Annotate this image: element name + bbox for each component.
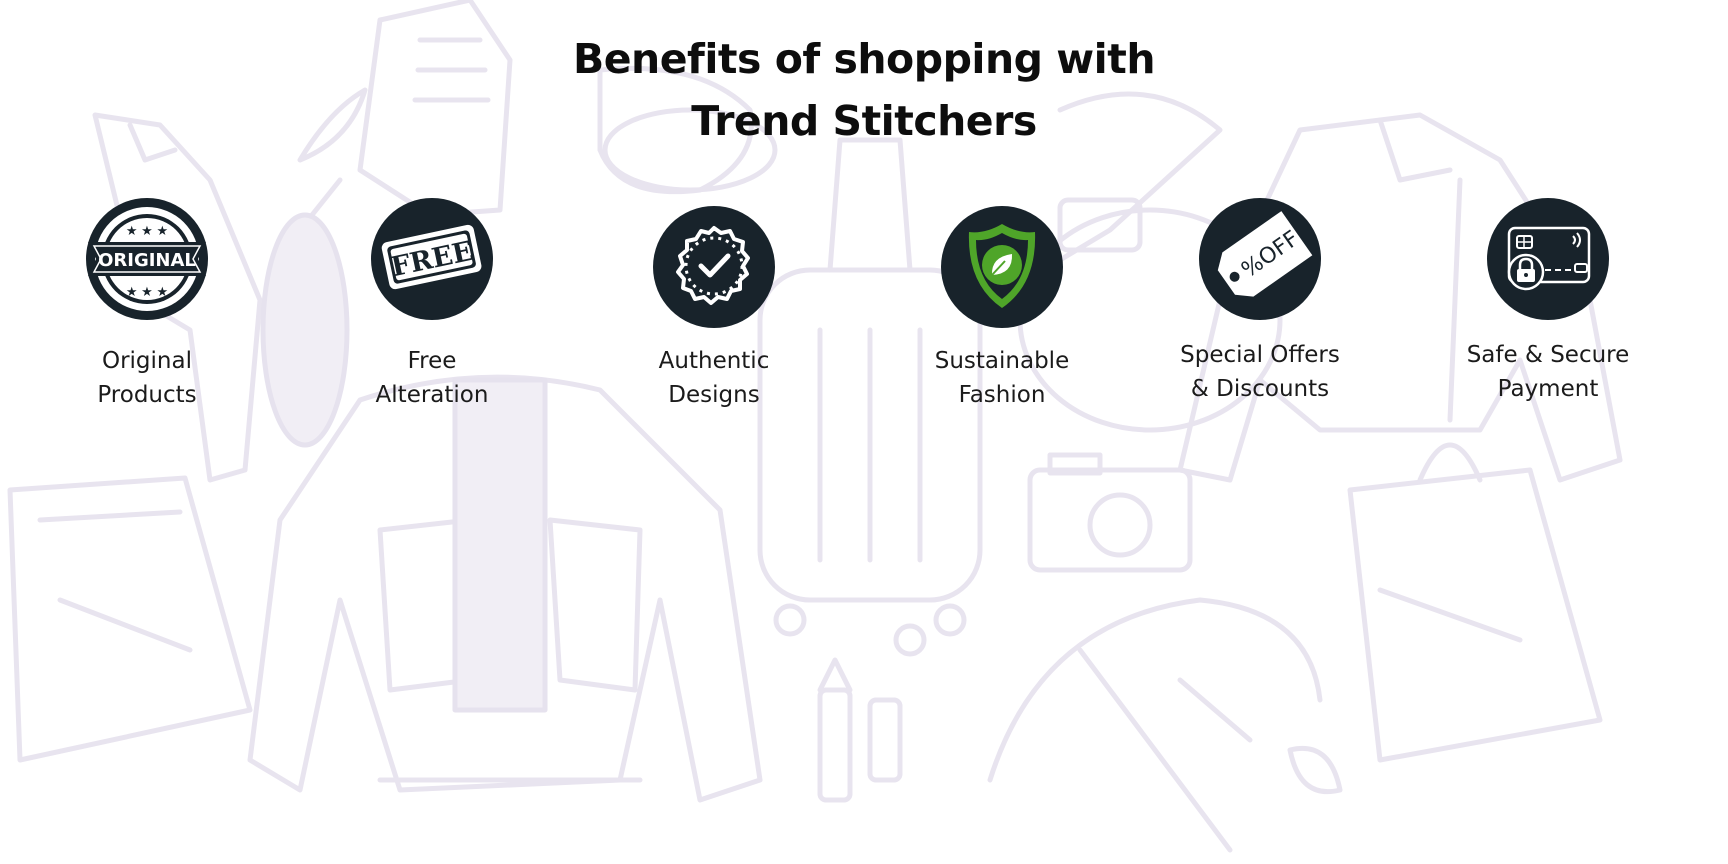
benefit-label: Original Products [42, 344, 252, 412]
benefit-label-line-2: Fashion [958, 382, 1046, 408]
benefit-label: Special Offers & Discounts [1155, 338, 1365, 406]
verified-checkmark-icon [653, 206, 775, 328]
benefit-label-line-1: Authentic [658, 348, 770, 374]
benefit-label-line-1: Special Offers [1180, 342, 1340, 368]
page-title: Benefits of shopping with Trend Stitcher… [0, 28, 1728, 152]
free-stamp-icon: FREE [371, 198, 493, 320]
benefit-label-line-1: Original [101, 348, 192, 374]
page-title-line-1: Benefits of shopping with [572, 35, 1156, 83]
benefit-original-products: ORIGINAL ★ ★ ★ ★ ★ ★ Original Products [42, 198, 252, 412]
benefit-free-alteration: FREE Free Alteration [327, 198, 537, 412]
benefit-label-line-2: Alteration [375, 382, 489, 408]
price-tag-icon: %OFF [1199, 198, 1321, 320]
benefit-secure-payment: Safe & Secure Payment [1443, 198, 1653, 406]
benefit-label-line-2: Products [97, 382, 197, 408]
benefit-special-offers: %OFF Special Offers & Discounts [1155, 198, 1365, 406]
benefit-label-line-2: Payment [1497, 376, 1599, 402]
benefit-label: Sustainable Fashion [897, 344, 1107, 412]
benefit-label-line-2: Designs [668, 382, 760, 408]
benefit-authentic-designs: Authentic Designs [609, 206, 819, 412]
benefit-label-line-1: Free [407, 348, 457, 374]
page-title-line-2: Trend Stitchers [691, 97, 1037, 145]
benefit-label-line-1: Safe & Secure [1466, 342, 1630, 368]
svg-text:ORIGINAL: ORIGINAL [98, 250, 196, 271]
original-stamp-icon: ORIGINAL ★ ★ ★ ★ ★ ★ [86, 198, 208, 320]
benefit-label-line-1: Sustainable [934, 348, 1070, 374]
svg-text:★ ★ ★: ★ ★ ★ [126, 223, 168, 238]
benefit-label-line-2: & Discounts [1190, 376, 1330, 402]
leaf-shield-icon [941, 206, 1063, 328]
secure-card-icon [1487, 198, 1609, 320]
benefit-label: Safe & Secure Payment [1443, 338, 1653, 406]
benefit-label: Authentic Designs [609, 344, 819, 412]
svg-text:★ ★ ★: ★ ★ ★ [126, 284, 168, 299]
benefit-label: Free Alteration [327, 344, 537, 412]
benefit-sustainable-fashion: Sustainable Fashion [897, 206, 1107, 412]
